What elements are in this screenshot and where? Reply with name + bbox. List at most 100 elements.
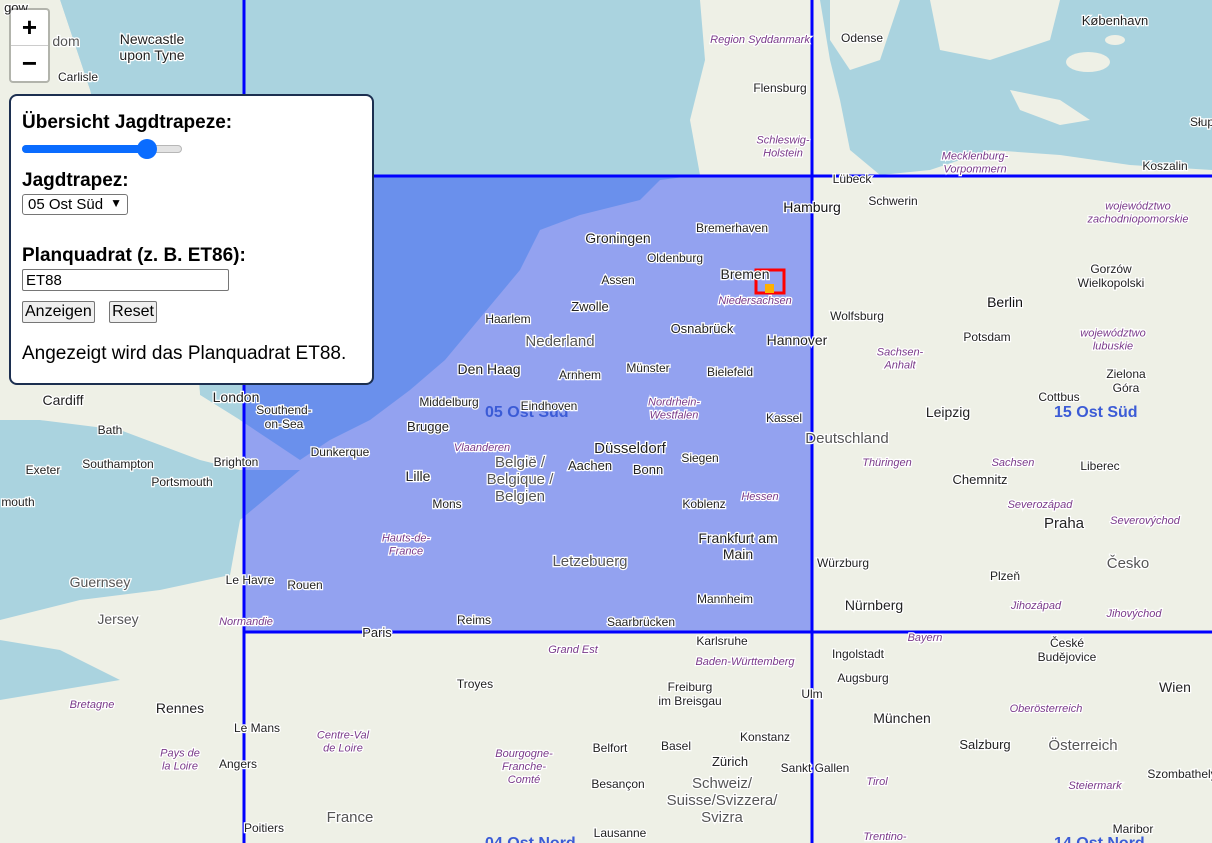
planquadrat-input[interactable] <box>22 269 229 291</box>
place-label: Nordrhein-Westfalen <box>648 397 700 422</box>
place-label: Lausanne <box>594 826 647 840</box>
place-label: Centre-Val de Loire <box>317 730 370 755</box>
place-label: Österreich <box>1048 736 1117 754</box>
place-label: Normandie <box>219 616 273 628</box>
place-label: France <box>327 809 374 826</box>
place-label: Koszalin <box>1142 159 1187 173</box>
show-button[interactable]: Anzeigen <box>22 301 95 323</box>
place-label: Newcastle upon Tyne <box>119 31 184 63</box>
place-label: Thüringen <box>862 457 912 469</box>
place-label: Česko <box>1107 555 1150 572</box>
place-label: Severozápad <box>1008 499 1074 511</box>
place-label: Haarlem <box>485 312 530 326</box>
place-label: Konstanz <box>740 730 790 744</box>
place-label: Mons <box>432 497 461 511</box>
place-label: Trentino- <box>863 831 907 843</box>
place-label: Assen <box>601 273 634 287</box>
place-label: België / Belgique / Belgien <box>487 454 555 505</box>
place-label: Groningen <box>585 230 650 246</box>
place-label: Steiermark <box>1068 780 1122 792</box>
place-label: Mecklenburg-Vorpommern <box>942 151 1009 176</box>
place-label: Ingolstadt <box>832 647 885 661</box>
place-label: Würzburg <box>817 556 869 570</box>
place-label: Wolfsburg <box>830 309 884 323</box>
place-label: Sankt Gallen <box>781 761 850 775</box>
place-label: Karlsruhe <box>696 634 748 648</box>
place-label: Bath <box>98 423 123 437</box>
place-label: Rouen <box>287 578 322 592</box>
trapez-label: Jagdtrapez: <box>22 170 129 191</box>
place-label: Den Haag <box>457 361 520 377</box>
place-label: Brugge <box>407 419 449 434</box>
place-label: Bayern <box>908 632 943 644</box>
place-label: Ulm <box>801 687 822 701</box>
place-label: Region Syddanmark <box>710 34 810 46</box>
place-label: Maribor <box>1113 822 1154 836</box>
trapez-select[interactable]: 05 Ost Süd ▼ <box>22 194 129 215</box>
place-label: Plzeň <box>990 569 1020 583</box>
place-label: Chemnitz <box>953 472 1008 487</box>
place-label: Pays de la Loire <box>160 748 200 773</box>
control-panel: Übersicht Jagdtrapeze: Jagdtrapez: 05 Os… <box>9 94 374 385</box>
place-label: Brighton <box>214 455 259 469</box>
place-label: Bonn <box>633 462 663 477</box>
place-label: Eindhoven <box>521 399 578 413</box>
place-label: mouth <box>1 495 34 509</box>
place-label: Le Havre <box>226 573 275 587</box>
place-label: Jihozápad <box>1010 600 1062 612</box>
place-label: Paris <box>362 625 392 640</box>
slider-thumb[interactable] <box>136 139 157 159</box>
place-label: Aachen <box>568 458 612 473</box>
place-label: Bremen <box>720 266 769 282</box>
reset-button[interactable]: Reset <box>109 301 157 323</box>
place-label: Letzebuerg <box>552 553 627 570</box>
place-label: Arnhem <box>559 368 601 382</box>
place-label: Le Mans <box>234 721 280 735</box>
place-label: Odense <box>841 31 883 45</box>
place-label: Koblenz <box>682 497 725 511</box>
place-label: Cardiff <box>43 392 84 408</box>
place-label: Cottbus <box>1038 390 1079 404</box>
place-label: Bretagne <box>70 699 115 711</box>
place-label: Deutschland <box>805 430 888 447</box>
place-label: Portsmouth <box>151 475 212 489</box>
place-label: Reims <box>457 613 491 627</box>
trapez-label-14: 14 Ost Nord <box>1054 835 1145 843</box>
place-label: Wien <box>1159 679 1191 695</box>
place-label: Oldenburg <box>647 251 703 265</box>
place-label: Guernsey <box>70 574 131 590</box>
place-label: Sachsen <box>992 457 1035 469</box>
place-label: Besançon <box>591 777 644 791</box>
place-label: Lübeck <box>833 172 873 186</box>
zoom-in-button[interactable]: + <box>11 10 48 45</box>
place-label: Augsburg <box>837 671 888 685</box>
place-label: Leipzig <box>926 404 970 420</box>
place-label: Schwerin <box>868 194 917 208</box>
place-label: London <box>213 389 260 405</box>
place-label: Flensburg <box>753 81 806 95</box>
trapez-label-04: 04 Ost Nord <box>485 835 576 843</box>
place-label: Saarbrücken <box>607 615 675 629</box>
place-label: Jihovýchod <box>1105 608 1162 620</box>
place-label: Hannover <box>767 332 828 348</box>
place-label: Carlisle <box>58 70 98 84</box>
place-label: Liberec <box>1080 459 1119 473</box>
place-label: Szombathely <box>1147 767 1212 781</box>
place-label: Hessen <box>741 491 778 503</box>
place-label: København <box>1082 13 1149 28</box>
place-label: München <box>873 710 931 726</box>
place-label: Niedersachsen <box>718 295 791 307</box>
opacity-slider[interactable] <box>22 138 182 159</box>
zoom-out-button[interactable]: − <box>11 45 48 81</box>
trapez-select-value: 05 Ost Süd <box>28 196 104 213</box>
place-label: Mannheim <box>697 592 753 606</box>
marker-highlight <box>765 284 774 293</box>
trapez-label-15: 15 Ost Süd <box>1054 404 1138 421</box>
place-label: Bremerhaven <box>696 221 768 235</box>
place-label: Potsdam <box>963 330 1010 344</box>
slider-fill <box>22 145 147 153</box>
place-label: Belfort <box>593 741 628 755</box>
place-label: Siegen <box>681 451 718 465</box>
place-label: Schleswig-Holstein <box>756 135 810 160</box>
planquadrat-label: Planquadrat (z. B. ET86): <box>22 245 246 266</box>
